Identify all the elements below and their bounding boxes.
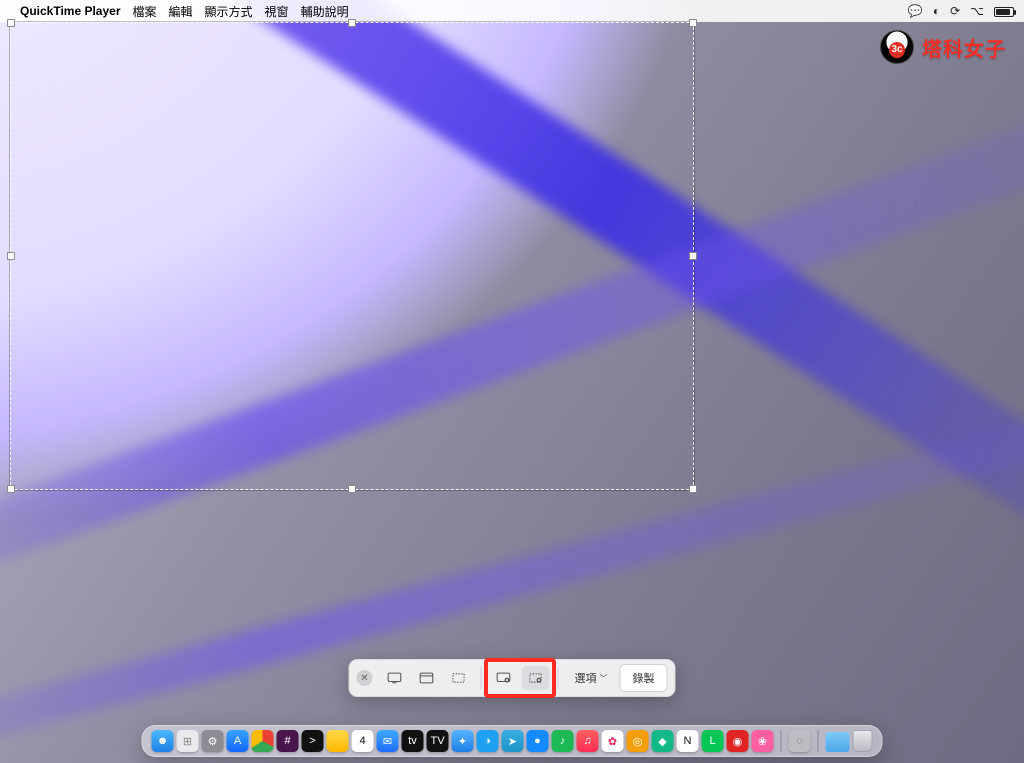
- line-menubar-icon[interactable]: 💬: [908, 4, 923, 18]
- dock-app-slack[interactable]: #: [277, 730, 299, 752]
- dock-app-calendar[interactable]: 4: [352, 730, 374, 752]
- capture-selected-window-button[interactable]: [413, 666, 441, 690]
- dock-app-music[interactable]: ♫: [577, 730, 599, 752]
- record-entire-screen-button[interactable]: [490, 666, 518, 690]
- resize-handle[interactable]: [7, 252, 15, 260]
- dock-app-mail[interactable]: ✉: [377, 730, 399, 752]
- dock-app-tradingview[interactable]: TV: [427, 730, 449, 752]
- dock-app-app-red[interactable]: ◉: [727, 730, 749, 752]
- close-toolbar-button[interactable]: ✕: [357, 670, 373, 686]
- resize-handle[interactable]: [689, 485, 697, 493]
- capture-entire-screen-button[interactable]: [381, 666, 409, 690]
- resize-handle[interactable]: [689, 252, 697, 260]
- watermark: 塔科女子: [880, 30, 1006, 64]
- watermark-avatar-icon: [880, 30, 914, 64]
- dock-app-app-pink[interactable]: ❀: [752, 730, 774, 752]
- control-center-icon[interactable]: ⌥: [970, 4, 984, 18]
- menu-window[interactable]: 視窗: [265, 3, 289, 20]
- chevron-down-icon: ﹀: [600, 673, 608, 684]
- app-name[interactable]: QuickTime Player: [20, 4, 121, 18]
- dock-app-system-preferences[interactable]: ⚙: [202, 730, 224, 752]
- resize-handle[interactable]: [7, 19, 15, 27]
- dock-app-appletv[interactable]: tv: [402, 730, 424, 752]
- resize-handle[interactable]: [7, 485, 15, 493]
- dock: ☻⊞⚙A #>4✉tvTV✦◑➤●♪♫✿◎◆NL◉❀ ◌: [142, 725, 883, 757]
- screen-icon: [388, 672, 402, 684]
- menu-view[interactable]: 顯示方式: [205, 3, 253, 20]
- dock-app-safari[interactable]: ✦: [452, 730, 474, 752]
- resize-handle[interactable]: [689, 19, 697, 27]
- screen-record-icon: [497, 672, 511, 684]
- dock-app-telegram[interactable]: ➤: [502, 730, 524, 752]
- menu-bar: QuickTime Player 檔案 編輯 顯示方式 視窗 輔助說明 💬 ◐ …: [0, 0, 1024, 22]
- capture-selected-portion-button[interactable]: [445, 666, 473, 690]
- window-icon: [420, 672, 434, 684]
- battery-icon[interactable]: [994, 4, 1014, 18]
- dock-app-terminal[interactable]: >: [302, 730, 324, 752]
- resize-handle[interactable]: [348, 19, 356, 27]
- dock-app-app-gray[interactable]: ◌: [789, 730, 811, 752]
- dock-app-notes[interactable]: [327, 730, 349, 752]
- dock-app-spotify[interactable]: ♪: [552, 730, 574, 752]
- desktop: QuickTime Player 檔案 編輯 顯示方式 視窗 輔助說明 💬 ◐ …: [0, 0, 1024, 763]
- dock-app-app-orange[interactable]: ◎: [627, 730, 649, 752]
- toolbar-separator: [558, 667, 559, 689]
- dock-app-app-store[interactable]: A: [227, 730, 249, 752]
- dock-app-app-blue-1[interactable]: ◑: [477, 730, 499, 752]
- dock-app-app-teal[interactable]: ◆: [652, 730, 674, 752]
- dock-separator: [781, 730, 782, 752]
- dock-downloads-folder[interactable]: [826, 732, 850, 752]
- record-selection-marquee[interactable]: [10, 22, 694, 490]
- resize-handle[interactable]: [348, 485, 356, 493]
- dock-app-photos[interactable]: ✿: [602, 730, 624, 752]
- dock-separator: [818, 730, 819, 752]
- sync-menubar-icon[interactable]: ⟳: [950, 4, 960, 18]
- options-label: 選項: [575, 670, 597, 686]
- dock-app-chrome[interactable]: [252, 730, 274, 752]
- dock-app-line[interactable]: L: [702, 730, 724, 752]
- menu-file[interactable]: 檔案: [133, 3, 157, 20]
- dock-app-app-blue-2[interactable]: ●: [527, 730, 549, 752]
- dock-app-finder[interactable]: ☻: [152, 730, 174, 752]
- dock-app-launchpad[interactable]: ⊞: [177, 730, 199, 752]
- dock-app-notion[interactable]: N: [677, 730, 699, 752]
- menu-help[interactable]: 輔助說明: [301, 3, 349, 20]
- record-selected-portion-button[interactable]: [522, 666, 550, 690]
- selection-record-icon: [529, 672, 543, 684]
- options-dropdown[interactable]: 選項 ﹀: [567, 666, 616, 690]
- watermark-text: 塔科女子: [922, 33, 1006, 62]
- selection-icon: [452, 672, 466, 684]
- toolbar-separator: [481, 667, 482, 689]
- dock-trash[interactable]: [853, 730, 873, 752]
- dnd-menubar-icon[interactable]: ◐: [933, 4, 940, 18]
- menu-edit[interactable]: 編輯: [169, 3, 193, 20]
- record-button[interactable]: 錄製: [620, 664, 668, 692]
- screenshot-toolbar: ✕ 選項 ﹀ 錄製: [349, 659, 676, 697]
